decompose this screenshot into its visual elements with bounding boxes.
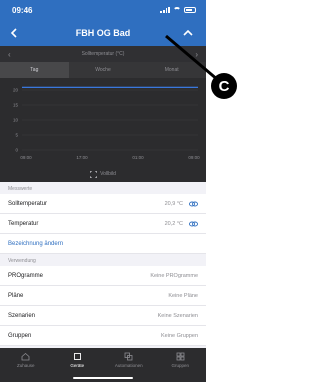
tab-label: Gruppen (171, 363, 189, 368)
phone-screen: 09:46 FBH OG Bad ‹ Solltemperatur (°C) ›… (0, 0, 206, 382)
status-bar: 09:46 (0, 0, 206, 20)
status-icons (160, 7, 196, 13)
signal-icon (160, 7, 170, 13)
link-icon[interactable] (189, 201, 198, 207)
tab-label: Geräte (70, 363, 85, 368)
back-chevron-icon[interactable] (8, 27, 20, 39)
y-tick-label: 15 (13, 103, 19, 108)
usage-value: Keine Pläne (168, 292, 198, 299)
usage-row-programs[interactable]: PROgramme Keine PROgramme (0, 266, 206, 286)
fullscreen-icon (90, 170, 98, 178)
measurements-section-label: Messwerte (8, 186, 33, 192)
measurement-label: Temperatur (8, 220, 39, 227)
measurement-value: 20,2 °C (164, 220, 183, 227)
battery-icon (184, 7, 196, 13)
page-title: FBH OG Bad (75, 28, 131, 38)
chart-title: Solltemperatur (°C) (81, 51, 125, 57)
usage-label: Szenarien (8, 312, 36, 319)
range-tabs: Tag Woche Monat (0, 62, 206, 78)
fullscreen-button[interactable]: Vollbild (0, 166, 206, 182)
rename-link-row[interactable]: Bezeichnung ändern (0, 234, 206, 254)
tab-label: Automationen (114, 363, 143, 368)
automations-icon (124, 352, 133, 361)
annotation-badge: C (211, 73, 237, 99)
next-metric-icon[interactable]: › (195, 50, 198, 59)
fullscreen-label: Vollbild (100, 171, 116, 177)
home-indicator (73, 377, 133, 379)
status-time: 09:46 (12, 5, 33, 15)
usage-label: PROgramme (8, 272, 44, 279)
measurement-row-setpoint[interactable]: Solltemperatur 20,9 °C (0, 194, 206, 214)
home-icon (21, 352, 30, 361)
link-icon[interactable] (189, 221, 198, 227)
usage-label: Gruppen (8, 332, 32, 339)
x-tick-label: 09:00 (188, 155, 200, 160)
chart-header: ‹ Solltemperatur (°C) › (0, 46, 206, 62)
tab-day[interactable]: Tag (0, 62, 69, 78)
tab-label: Zuhause (16, 363, 35, 368)
tab-month[interactable]: Monat (137, 62, 206, 78)
nav-bar: FBH OG Bad (0, 20, 206, 46)
chart-panel: ‹ Solltemperatur (°C) › Tag Woche Monat … (0, 46, 206, 182)
measurement-label: Solltemperatur (8, 200, 48, 207)
measurement-value: 20,9 °C (164, 200, 183, 207)
usage-value: Keine Szenarien (157, 312, 198, 319)
rename-link[interactable]: Bezeichnung ändern (8, 241, 198, 247)
y-tick-label: 5 (15, 133, 18, 138)
y-tick-label: 0 (15, 148, 18, 153)
usage-section-label: Verwendung (8, 258, 36, 264)
measurement-row-temperature[interactable]: Temperatur 20,2 °C (0, 214, 206, 234)
devices-icon (73, 353, 81, 360)
usage-row-scenes[interactable]: Szenarien Keine Szenarien (0, 306, 206, 326)
tab-home[interactable]: Zuhause (0, 348, 52, 382)
line-chart: 2015105009:00 17:00 01:00 09:00 (13, 86, 200, 160)
tab-week[interactable]: Woche (69, 62, 138, 78)
usage-value: Keine PROgramme (150, 272, 198, 279)
usage-row-groups[interactable]: Gruppen Keine Gruppen (0, 326, 206, 346)
wifi-icon (173, 7, 181, 13)
x-tick-label: 01:00 (132, 155, 144, 160)
groups-icon (176, 352, 185, 361)
previous-metric-icon[interactable]: ‹ (8, 50, 11, 59)
chevron-up-icon[interactable] (182, 27, 194, 39)
tab-groups[interactable]: Gruppen (155, 348, 207, 382)
usage-row-plans[interactable]: Pläne Keine Pläne (0, 286, 206, 306)
y-tick-label: 10 (13, 118, 19, 123)
x-tick-label: 09:00 (20, 155, 32, 160)
usage-label: Pläne (8, 292, 24, 299)
x-tick-label: 17:00 (76, 155, 88, 160)
y-tick-label: 20 (13, 88, 19, 93)
usage-value: Keine Gruppen (161, 332, 198, 339)
bottom-tab-bar: Zuhause Geräte Automationen Gruppen (0, 348, 206, 382)
